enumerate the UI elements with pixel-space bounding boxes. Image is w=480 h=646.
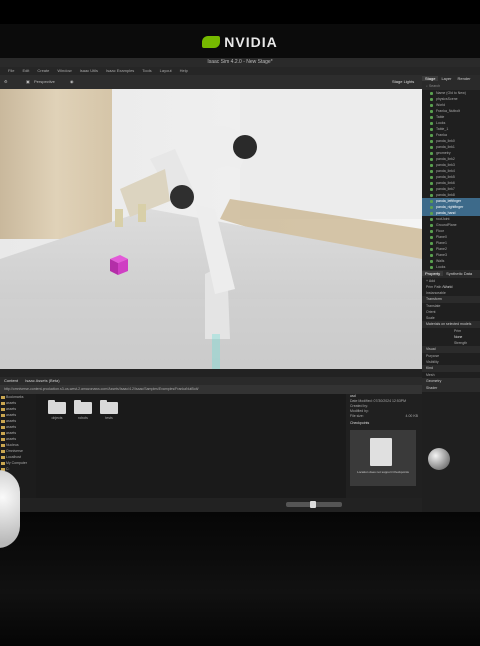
viewport-scene [0,89,422,369]
document-icon [370,438,392,466]
magenta-cube [110,255,128,275]
tab-synthetic-data[interactable]: Synthetic Data [443,271,475,276]
camera-icon[interactable]: ▣ [26,75,30,89]
folder-objects[interactable]: objects [48,400,66,420]
folder-tests[interactable]: tests [100,400,118,420]
slider-knob[interactable] [310,501,316,508]
settings-icon[interactable]: ⚙ [4,75,8,89]
menu-item[interactable]: Tools [142,68,151,73]
eye-icon[interactable]: ◉ [70,75,74,89]
material-row: Prim None Strength [454,329,468,345]
nvidia-logo: NVIDIA [0,34,480,50]
info-file-size: File size: 4.00 KB [350,414,418,418]
file-info-panel: usd Date Modified: 07/30/2024 12:53PM Cr… [346,394,422,498]
tab-content[interactable]: Content [4,378,18,383]
geometry-header[interactable]: Geometry [422,378,480,385]
folder-icon [74,400,92,414]
tab-render[interactable]: Render [454,76,473,81]
thumbnail-size-slider[interactable] [286,501,342,508]
file-grid[interactable]: objects robots tests [36,394,346,498]
menu-item[interactable]: Create [37,68,49,73]
stage-search[interactable]: ⌕ Search [422,83,480,90]
kind-header[interactable]: Kind [422,365,480,372]
monitor-screen: Isaac Sim 4.2.0 - New Stage* File Edit Cre… [0,58,480,512]
tab-stage[interactable]: Stage [422,76,439,81]
tab-property[interactable]: Property [422,271,444,276]
viewport-status [0,369,422,377]
search-icon: ⌕ [426,84,428,88]
menu-item[interactable]: Isaac Examples [106,68,134,73]
material-header[interactable]: Materials on selected models [422,321,480,328]
nvidia-eye-icon [202,36,221,48]
menu-item[interactable]: Window [57,68,71,73]
lights-select[interactable]: Stage Lights [392,75,414,89]
visual-header[interactable]: Visual [422,346,480,353]
shader-header[interactable]: Shader [422,385,480,392]
mouse-device [0,470,20,548]
content-statusbar [0,498,422,512]
transform-header[interactable]: Transform [422,296,480,303]
menu-item[interactable]: Layout [160,68,172,73]
tab-layer[interactable]: Layer [438,76,454,81]
property-panel: + Add Prim Path /World Instanceable Tran… [422,278,480,392]
window-title: Isaac Sim 4.2.0 - New Stage* [0,58,480,67]
tab-isaac-assets[interactable]: Isaac Assets (Beta) [25,378,59,383]
folder-icon [48,400,66,414]
content-tabs: Content Isaac Assets (Beta) [0,377,422,385]
menu-item[interactable]: Edit [22,68,29,73]
material-preview-sphere [428,448,450,470]
stage-tree[interactable]: Name (Old to New) physicsScene World Franka… [422,90,480,270]
right-panel: Stage Layer Render ⌕ Search Name (Old to N… [422,75,480,512]
folder-robots[interactable]: robots [74,400,92,420]
checkpoints-box: Location does not support Checkpoints [350,430,416,486]
desk-surface [0,512,480,646]
camera-select[interactable]: Perspective [34,75,55,89]
checkpoints-header: Checkpoints [350,421,370,425]
checkpoints-note: Location does not support Checkpoints [357,470,409,474]
viewport-3d[interactable] [0,89,422,369]
viewport-toolbar: ⚙ ▣ Perspective ◉ Stage Lights [0,75,422,89]
menu-item[interactable]: Isaac Utils [80,68,98,73]
menu-item[interactable]: Help [180,68,188,73]
folder-icon [100,400,118,414]
menu-bar: File Edit Create Window Isaac Utils Isaac Exa… [0,67,480,75]
menu-item[interactable]: File [8,68,14,73]
path-field[interactable]: http://omniverse-content-production.s3-u… [0,385,422,394]
property-tabs: Property Synthetic Data [422,270,480,278]
stage-item[interactable]: Looks [422,264,480,270]
stage-tabs: Stage Layer Render [422,75,480,83]
